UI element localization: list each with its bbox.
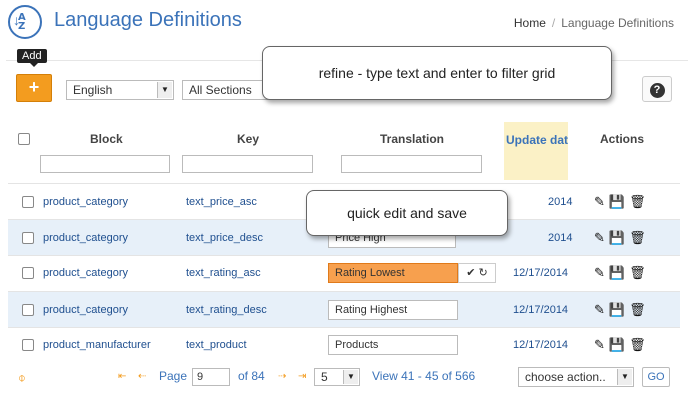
help-button[interactable]: ? bbox=[642, 76, 672, 102]
help-icon: ? bbox=[649, 83, 665, 98]
save-icon[interactable]: 💾 bbox=[609, 302, 629, 317]
chevron-down-icon: ▼ bbox=[343, 370, 358, 384]
edit-icon[interactable]: ✎ bbox=[594, 230, 609, 245]
delete-icon[interactable]: 🗑 bbox=[629, 265, 650, 280]
row-date: 12/17/2014 bbox=[513, 339, 569, 351]
add-tooltip: Add bbox=[17, 49, 47, 67]
confirm-icon[interactable]: ✔ bbox=[466, 267, 475, 279]
grid-footer: ⌽ ⇤ ⇠ Page 9 of 84 ⇢ ⇥ 5 ▼ View 41 - 45 … bbox=[8, 364, 680, 392]
section-select-value: All Sections bbox=[189, 83, 252, 97]
row-actions: ✎💾🗑 bbox=[594, 265, 650, 281]
last-page-icon[interactable]: ⇥ bbox=[298, 371, 306, 382]
prev-page-icon[interactable]: ⇠ bbox=[138, 371, 146, 382]
row-checkbox[interactable] bbox=[22, 339, 34, 351]
language-select[interactable]: English ▼ bbox=[66, 80, 174, 100]
rows-per-page-select[interactable]: 5 ▼ bbox=[314, 368, 360, 386]
row-block: product_manufacturer bbox=[43, 339, 151, 351]
first-page-icon[interactable]: ⇤ bbox=[118, 371, 126, 382]
row-block: product_category bbox=[43, 267, 128, 279]
edit-icon[interactable]: ✎ bbox=[594, 302, 609, 317]
table-row: product_category text_rating_desc Rating… bbox=[8, 291, 680, 327]
chevron-down-icon: ▼ bbox=[617, 369, 632, 385]
row-key: text_rating_asc bbox=[186, 267, 261, 279]
column-header-actions: Actions bbox=[600, 132, 645, 146]
quick-edit-callout: quick edit and save bbox=[306, 190, 508, 236]
row-actions: ✎💾🗑 bbox=[594, 194, 650, 210]
column-header-translation[interactable]: Translation bbox=[380, 132, 444, 146]
row-checkbox[interactable] bbox=[22, 267, 34, 279]
page-header: ↓ AZ Language Definitions Home / Language … bbox=[0, 0, 688, 44]
save-icon[interactable]: 💾 bbox=[609, 265, 629, 280]
row-actions: ✎💾🗑 bbox=[594, 302, 650, 318]
row-key: text_product bbox=[186, 339, 247, 351]
next-page-icon[interactable]: ⇢ bbox=[278, 371, 286, 382]
bulk-action-value: choose action.. bbox=[525, 370, 606, 384]
update-date-label: Update dat bbox=[506, 133, 568, 147]
row-key: text_price_asc bbox=[186, 196, 257, 208]
row-date: 2014 bbox=[548, 196, 573, 208]
column-header-key[interactable]: Key bbox=[237, 132, 259, 146]
view-range-text: View 41 - 45 of 566 bbox=[372, 369, 476, 383]
quick-edit-callout-text: quick edit and save bbox=[347, 205, 467, 221]
refine-callout-text: refine - type text and enter to filter g… bbox=[318, 65, 556, 81]
section-select[interactable]: All Sections bbox=[182, 80, 268, 100]
breadcrumb-home[interactable]: Home bbox=[514, 16, 546, 30]
row-checkbox[interactable] bbox=[22, 232, 34, 244]
delete-icon[interactable]: 🗑 bbox=[629, 337, 650, 352]
edit-icon[interactable]: ✎ bbox=[594, 337, 609, 352]
row-actions: ✎💾🗑 bbox=[594, 230, 650, 246]
save-icon[interactable]: 💾 bbox=[609, 337, 629, 352]
bulk-action-select[interactable]: choose action.. ▼ bbox=[518, 367, 634, 387]
save-icon[interactable]: 💾 bbox=[609, 230, 629, 245]
row-block: product_category bbox=[43, 232, 128, 244]
go-button[interactable]: GO bbox=[642, 367, 670, 387]
row-date: 2014 bbox=[548, 232, 573, 244]
row-key: text_rating_desc bbox=[186, 304, 267, 316]
rows-per-page-value: 5 bbox=[321, 370, 328, 384]
language-az-icon: ↓ AZ bbox=[8, 5, 42, 39]
translation-input[interactable]: Rating Lowest bbox=[328, 263, 458, 283]
row-date: 12/17/2014 bbox=[513, 304, 569, 316]
chevron-down-icon: ▼ bbox=[157, 82, 172, 98]
delete-icon[interactable]: 🗑 bbox=[629, 230, 650, 245]
delete-icon[interactable]: 🗑 bbox=[629, 194, 650, 209]
page-input[interactable]: 9 bbox=[192, 368, 230, 386]
table-row: product_manufacturer text_product Produc… bbox=[8, 327, 680, 363]
row-checkbox[interactable] bbox=[22, 196, 34, 208]
save-icon[interactable]: 💾 bbox=[609, 194, 629, 209]
translation-input[interactable]: Rating Highest bbox=[328, 300, 458, 320]
page-count: of 84 bbox=[238, 369, 265, 383]
delete-icon[interactable]: 🗑 bbox=[629, 302, 650, 317]
page-title: Language Definitions bbox=[54, 9, 242, 31]
language-select-value: English bbox=[73, 83, 113, 97]
breadcrumb-current: Language Definitions bbox=[561, 16, 674, 30]
table-row: product_category text_rating_asc Rating … bbox=[8, 255, 680, 291]
reload-grid-icon[interactable]: ⌽ bbox=[18, 370, 26, 386]
quick-edit-tools: ✔ ↻ bbox=[458, 263, 496, 283]
column-header-update-date[interactable]: Update dat bbox=[504, 122, 568, 180]
breadcrumb: Home / Language Definitions bbox=[513, 16, 674, 30]
refine-callout: refine - type text and enter to filter g… bbox=[262, 46, 612, 100]
filter-translation-input[interactable] bbox=[341, 155, 482, 173]
column-header-block[interactable]: Block bbox=[90, 132, 123, 146]
row-date: 12/17/2014 bbox=[513, 267, 569, 279]
page-label: Page bbox=[159, 369, 188, 383]
edit-icon[interactable]: ✎ bbox=[594, 265, 609, 280]
row-block: product_category bbox=[43, 304, 128, 316]
add-button[interactable]: + bbox=[16, 74, 52, 102]
row-checkbox[interactable] bbox=[22, 304, 34, 316]
filter-block-input[interactable] bbox=[40, 155, 170, 173]
row-key: text_price_desc bbox=[186, 232, 264, 244]
row-actions: ✎💾🗑 bbox=[594, 337, 650, 353]
translation-input[interactable]: Products bbox=[328, 335, 458, 355]
refresh-icon[interactable]: ↻ bbox=[479, 267, 488, 279]
select-all-checkbox[interactable] bbox=[18, 133, 30, 145]
filter-key-input[interactable] bbox=[182, 155, 313, 173]
row-block: product_category bbox=[43, 196, 128, 208]
edit-icon[interactable]: ✎ bbox=[594, 194, 609, 209]
